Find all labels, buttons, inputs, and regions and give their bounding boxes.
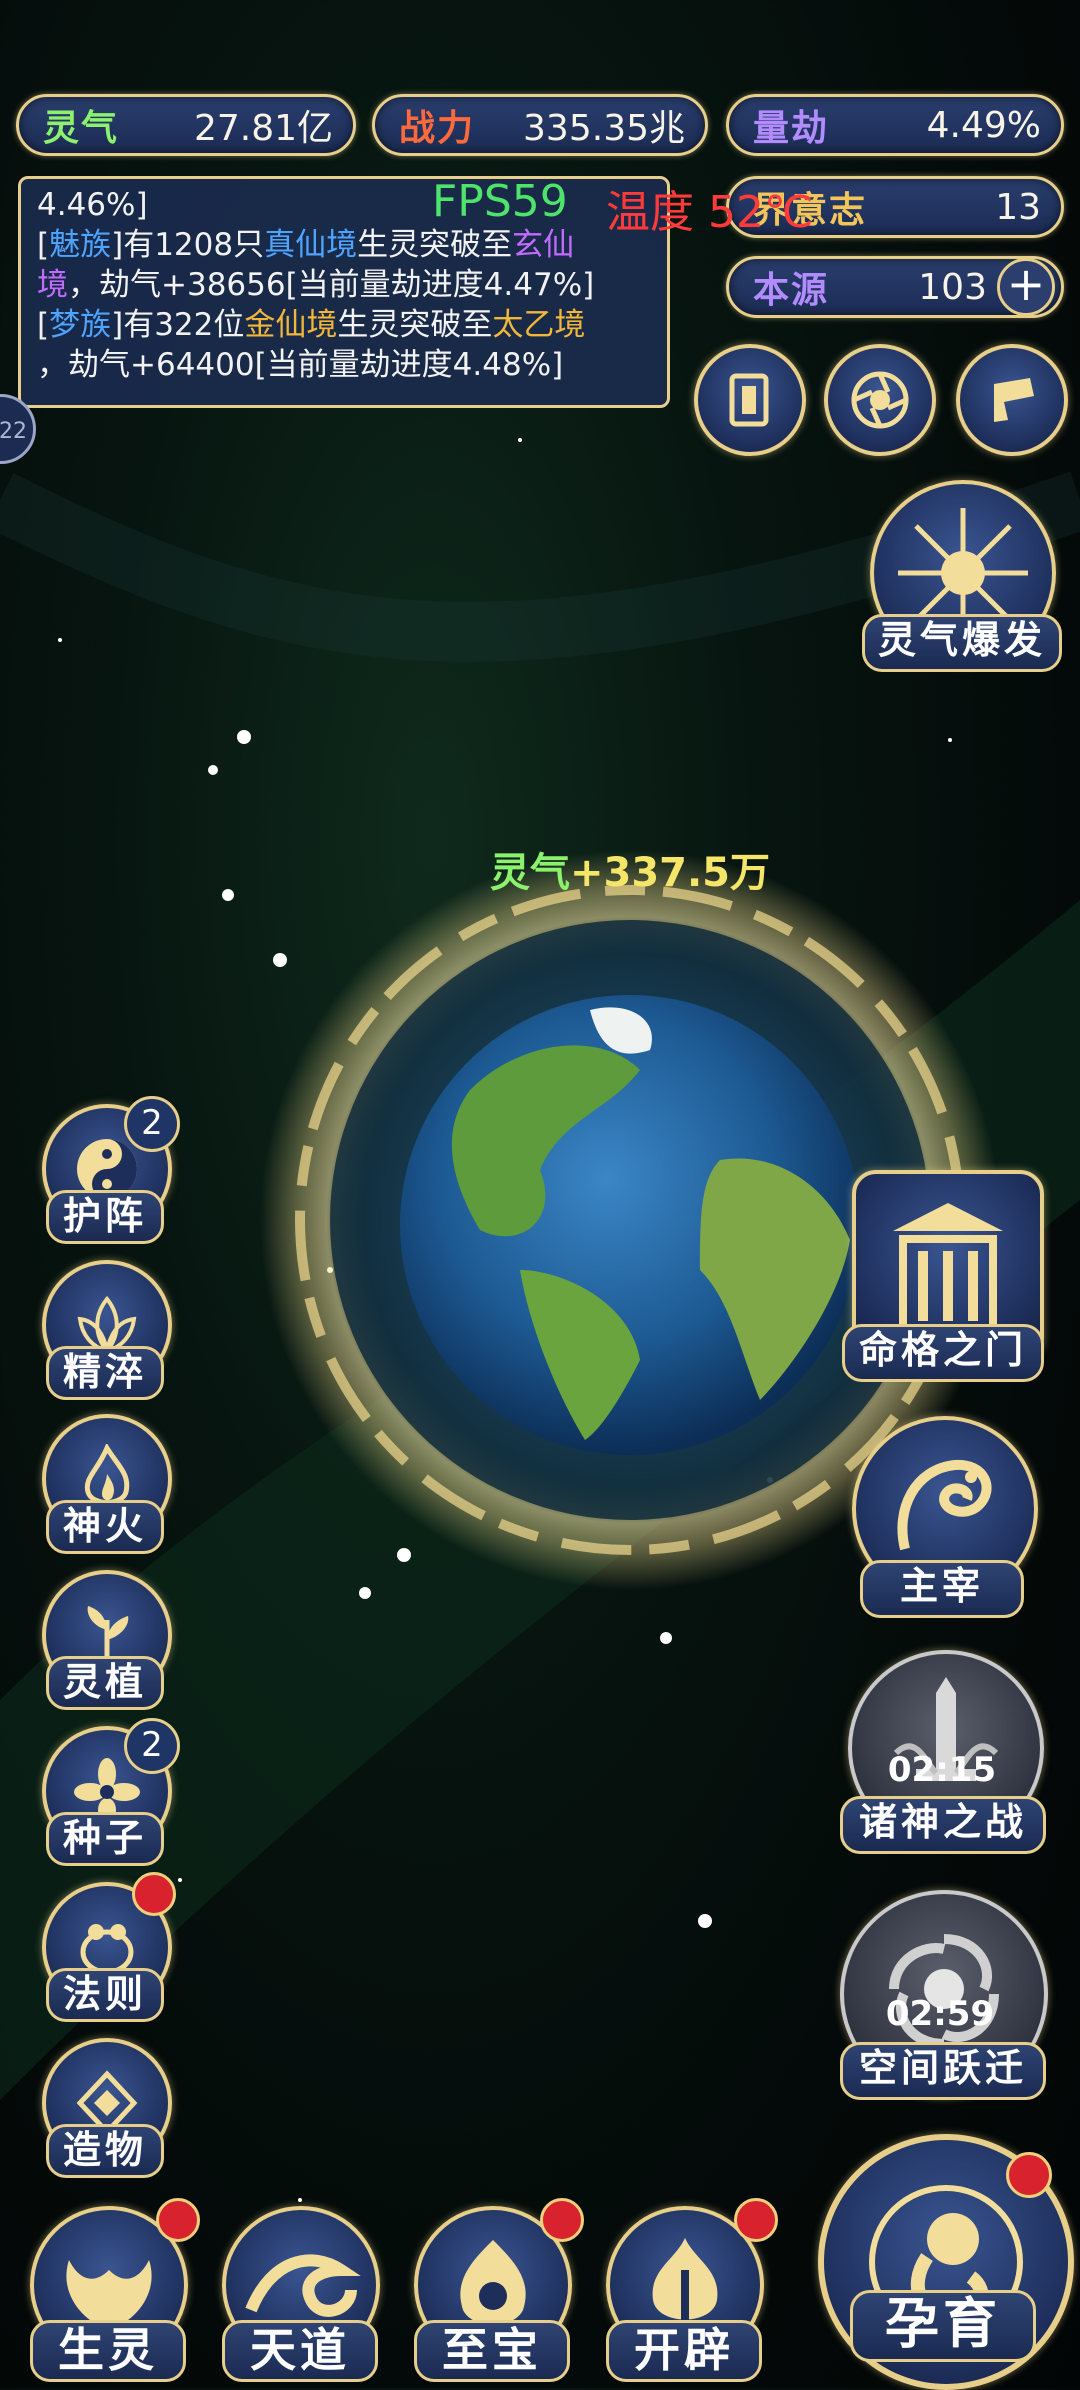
vortex-icon	[851, 371, 909, 429]
alert-dot	[156, 2198, 200, 2242]
menu-label: 种子	[46, 1812, 164, 1866]
gate-icon	[893, 1203, 1003, 1333]
master-label: 主宰	[860, 1560, 1024, 1618]
nav-label: 天道	[222, 2320, 378, 2382]
add-benyuan-button[interactable]: +	[997, 258, 1055, 316]
stat-label: 量劫	[753, 108, 830, 149]
alert-dot	[540, 2198, 584, 2242]
log-entry: [梦族]有322位金仙境生灵突破至太乙境 ，劫气+64400[当前量劫进度4.48…	[37, 307, 586, 383]
breed-label: 孕育	[850, 2290, 1036, 2362]
burst-label: 灵气爆发	[862, 614, 1062, 672]
nav-label: 开辟	[606, 2320, 762, 2382]
nav-label: 至宝	[414, 2320, 570, 2382]
menu-label: 法则	[46, 1968, 164, 2022]
event-log[interactable]: 4.46%] [魅族]有1208只真仙境生灵突破至玄仙 境，劫气+38656[当前…	[18, 176, 670, 408]
notification-count: 2	[124, 1096, 180, 1152]
edge-tab-label: 22	[0, 419, 27, 444]
stat-value: 13	[995, 186, 1041, 228]
leap-timer: 02:59	[885, 1994, 995, 2034]
scroll-icon	[994, 378, 1034, 422]
nav-label: 生灵	[30, 2320, 186, 2382]
temperature-readout: 温度 52℃	[606, 187, 814, 238]
stat-lingqi[interactable]: 灵气 27.81亿	[16, 94, 356, 156]
alert-dot	[734, 2198, 778, 2242]
fps-counter: FPS59	[432, 176, 568, 227]
menu-label: 护阵	[46, 1190, 164, 1244]
stat-zhanli[interactable]: 战力 335.35兆	[372, 94, 708, 156]
menu-label: 灵植	[46, 1656, 164, 1710]
stat-value: 27.81亿	[193, 108, 333, 149]
stat-benyuan[interactable]: 本源 103 +	[726, 256, 1064, 318]
vortex-button[interactable]	[824, 344, 936, 456]
alert-dot	[132, 1872, 176, 1916]
war-timer: 02:15	[887, 1750, 997, 1790]
war-label: 诸神之战	[840, 1796, 1046, 1854]
menu-label: 造物	[46, 2124, 164, 2178]
card-button[interactable]	[694, 344, 806, 456]
stat-value: 335.35兆	[523, 108, 685, 149]
stat-label: 战力	[399, 108, 476, 149]
cards-icon	[729, 373, 769, 427]
menu-label: 精淬	[46, 1346, 164, 1400]
stat-label: 灵气	[43, 108, 120, 149]
stat-value: 4.49%	[926, 104, 1041, 146]
stat-label: 本源	[753, 270, 830, 311]
log-entry: [魅族]有1208只真仙境生灵突破至玄仙 境，劫气+38656[当前量劫进度4.4…	[37, 227, 595, 303]
scroll-button[interactable]	[956, 344, 1068, 456]
menu-label: 神火	[46, 1500, 164, 1554]
stat-liangjie[interactable]: 量劫 4.49%	[726, 94, 1064, 156]
notification-count: 2	[124, 1718, 180, 1774]
dragon-icon	[897, 1459, 992, 1551]
lingqi-gain-text: 灵气+337.5万	[489, 850, 771, 896]
alert-dot	[1006, 2152, 1052, 2198]
gate-label: 命格之门	[842, 1324, 1044, 1382]
leap-label: 空间跃迁	[840, 2042, 1046, 2100]
stat-value: 103	[918, 266, 987, 308]
